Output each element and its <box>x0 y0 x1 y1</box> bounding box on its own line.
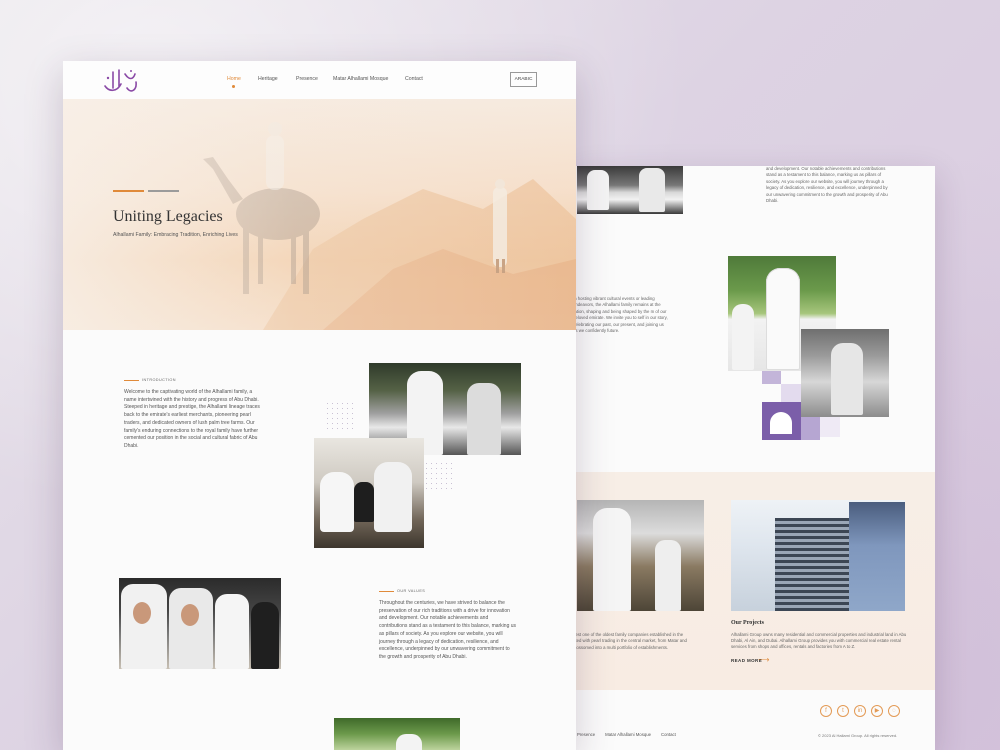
footer-link-mosque[interactable]: Matar Alhallami Mosque <box>605 732 651 737</box>
snapchat-icon[interactable]: ◌ <box>888 705 900 717</box>
company-history-text: dest one of the oldest family companies … <box>573 632 687 650</box>
nav-home[interactable]: Home <box>227 76 241 82</box>
hero-banner: Uniting Legacies Alhallami Family: Embra… <box>63 99 576 330</box>
back-page-mockup: and development. Our notable achievement… <box>573 166 935 750</box>
arrow-right-icon[interactable]: ⟶ <box>758 656 769 664</box>
linkedin-icon[interactable]: in <box>854 705 866 717</box>
active-indicator <box>232 85 235 88</box>
intro-label: INTRODUCTION <box>142 378 176 382</box>
footer-link-presence[interactable]: Presence <box>577 732 595 737</box>
values-label: OUR VALUES <box>397 589 426 593</box>
nav-presence[interactable]: Presence <box>296 76 318 82</box>
nav-mosque[interactable]: Matar Alhallami Mosque <box>333 76 388 82</box>
footer-link-contact[interactable]: Contact <box>661 732 676 737</box>
face <box>133 602 151 624</box>
front-page-mockup: Home Heritage Presence Matar Alhallami M… <box>63 61 576 750</box>
projects-title: Our Projects <box>731 620 764 626</box>
decor-tile <box>801 417 820 440</box>
figure <box>467 383 501 455</box>
decor-tile <box>781 384 801 402</box>
face <box>181 604 199 626</box>
figure <box>320 472 354 532</box>
group-photo-top <box>577 166 683 214</box>
figure <box>169 588 213 669</box>
figure <box>121 584 167 669</box>
family-group-photo <box>119 578 281 669</box>
values-text-continued: and development. Our notable achievement… <box>766 166 888 204</box>
language-toggle-button[interactable]: ARABIC <box>510 72 537 87</box>
heritage-photo-3 <box>334 718 460 750</box>
copyright: © 2023 Al Hallami Group. All rights rese… <box>818 733 898 738</box>
dot-pattern <box>325 401 357 433</box>
figure <box>251 602 279 669</box>
projects-building-photo <box>731 500 905 611</box>
projects-text: Alhallami Group owns many residential an… <box>731 632 907 650</box>
twitter-icon[interactable]: t <box>837 705 849 717</box>
decor-tile <box>762 371 781 384</box>
top-nav: Home Heritage Presence Matar Alhallami M… <box>63 61 576 99</box>
dot-pattern <box>424 461 456 493</box>
hero-accent-line <box>113 190 144 192</box>
footer-nav: Presence Matar Alhallami Mosque Contact <box>577 732 676 737</box>
nav-contact[interactable]: Contact <box>405 76 423 82</box>
values-text: Throughout the centuries, we have strive… <box>379 600 517 660</box>
hero-title: Uniting Legacies <box>113 208 223 225</box>
nav-heritage[interactable]: Heritage <box>258 76 278 82</box>
heritage-photo-2 <box>314 438 424 548</box>
intro-text: Welcome to the captivating world of the … <box>124 389 260 449</box>
values-accent-line <box>379 591 394 592</box>
social-links: f t in ▶ ◌ <box>820 705 900 717</box>
heritage-bw-photo <box>801 329 889 417</box>
heritage-text: m hosting vibrant cultural events or lea… <box>573 296 668 334</box>
hero-accent-line-grey <box>148 190 179 192</box>
figure <box>354 482 374 522</box>
figure <box>215 594 249 669</box>
intro-accent-line <box>124 380 139 381</box>
decor-arch-tile <box>762 402 801 440</box>
company-history-photo <box>577 500 704 611</box>
youtube-icon[interactable]: ▶ <box>871 705 883 717</box>
hero-subtitle: Alhallami Family: Embracing Tradition, E… <box>113 232 238 238</box>
calligraphy-logo[interactable] <box>101 66 141 96</box>
figure <box>374 462 412 532</box>
facebook-icon[interactable]: f <box>820 705 832 717</box>
decor-tile <box>820 417 840 437</box>
